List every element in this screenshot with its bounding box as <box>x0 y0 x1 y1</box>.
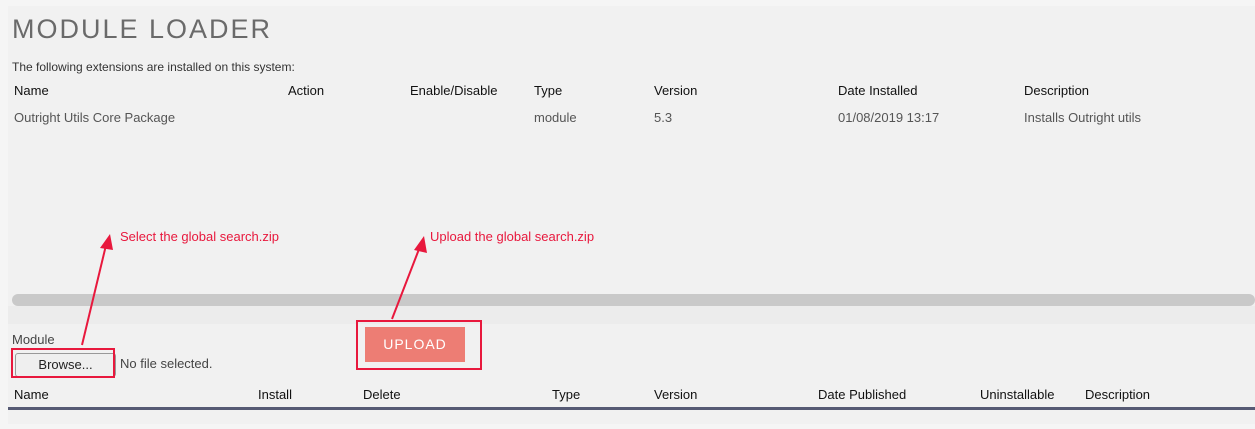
upload-arrow-line <box>391 243 422 320</box>
upload-arrow-head <box>414 236 427 253</box>
select-arrow-head <box>100 234 113 250</box>
select-arrow-line <box>81 240 108 346</box>
annotation-arrows <box>81 234 427 346</box>
